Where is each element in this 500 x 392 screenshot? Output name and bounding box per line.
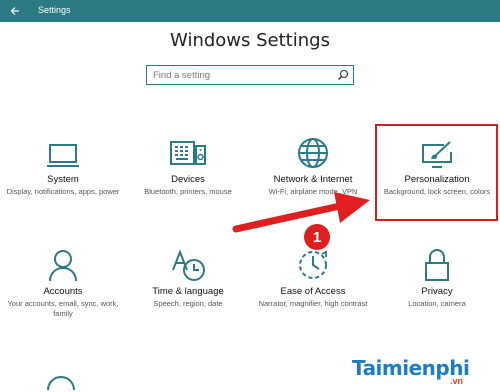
arrow-annotation-icon xyxy=(232,192,370,233)
watermark-suffix: .vn xyxy=(450,376,464,386)
step-badge: 1 xyxy=(304,224,330,250)
